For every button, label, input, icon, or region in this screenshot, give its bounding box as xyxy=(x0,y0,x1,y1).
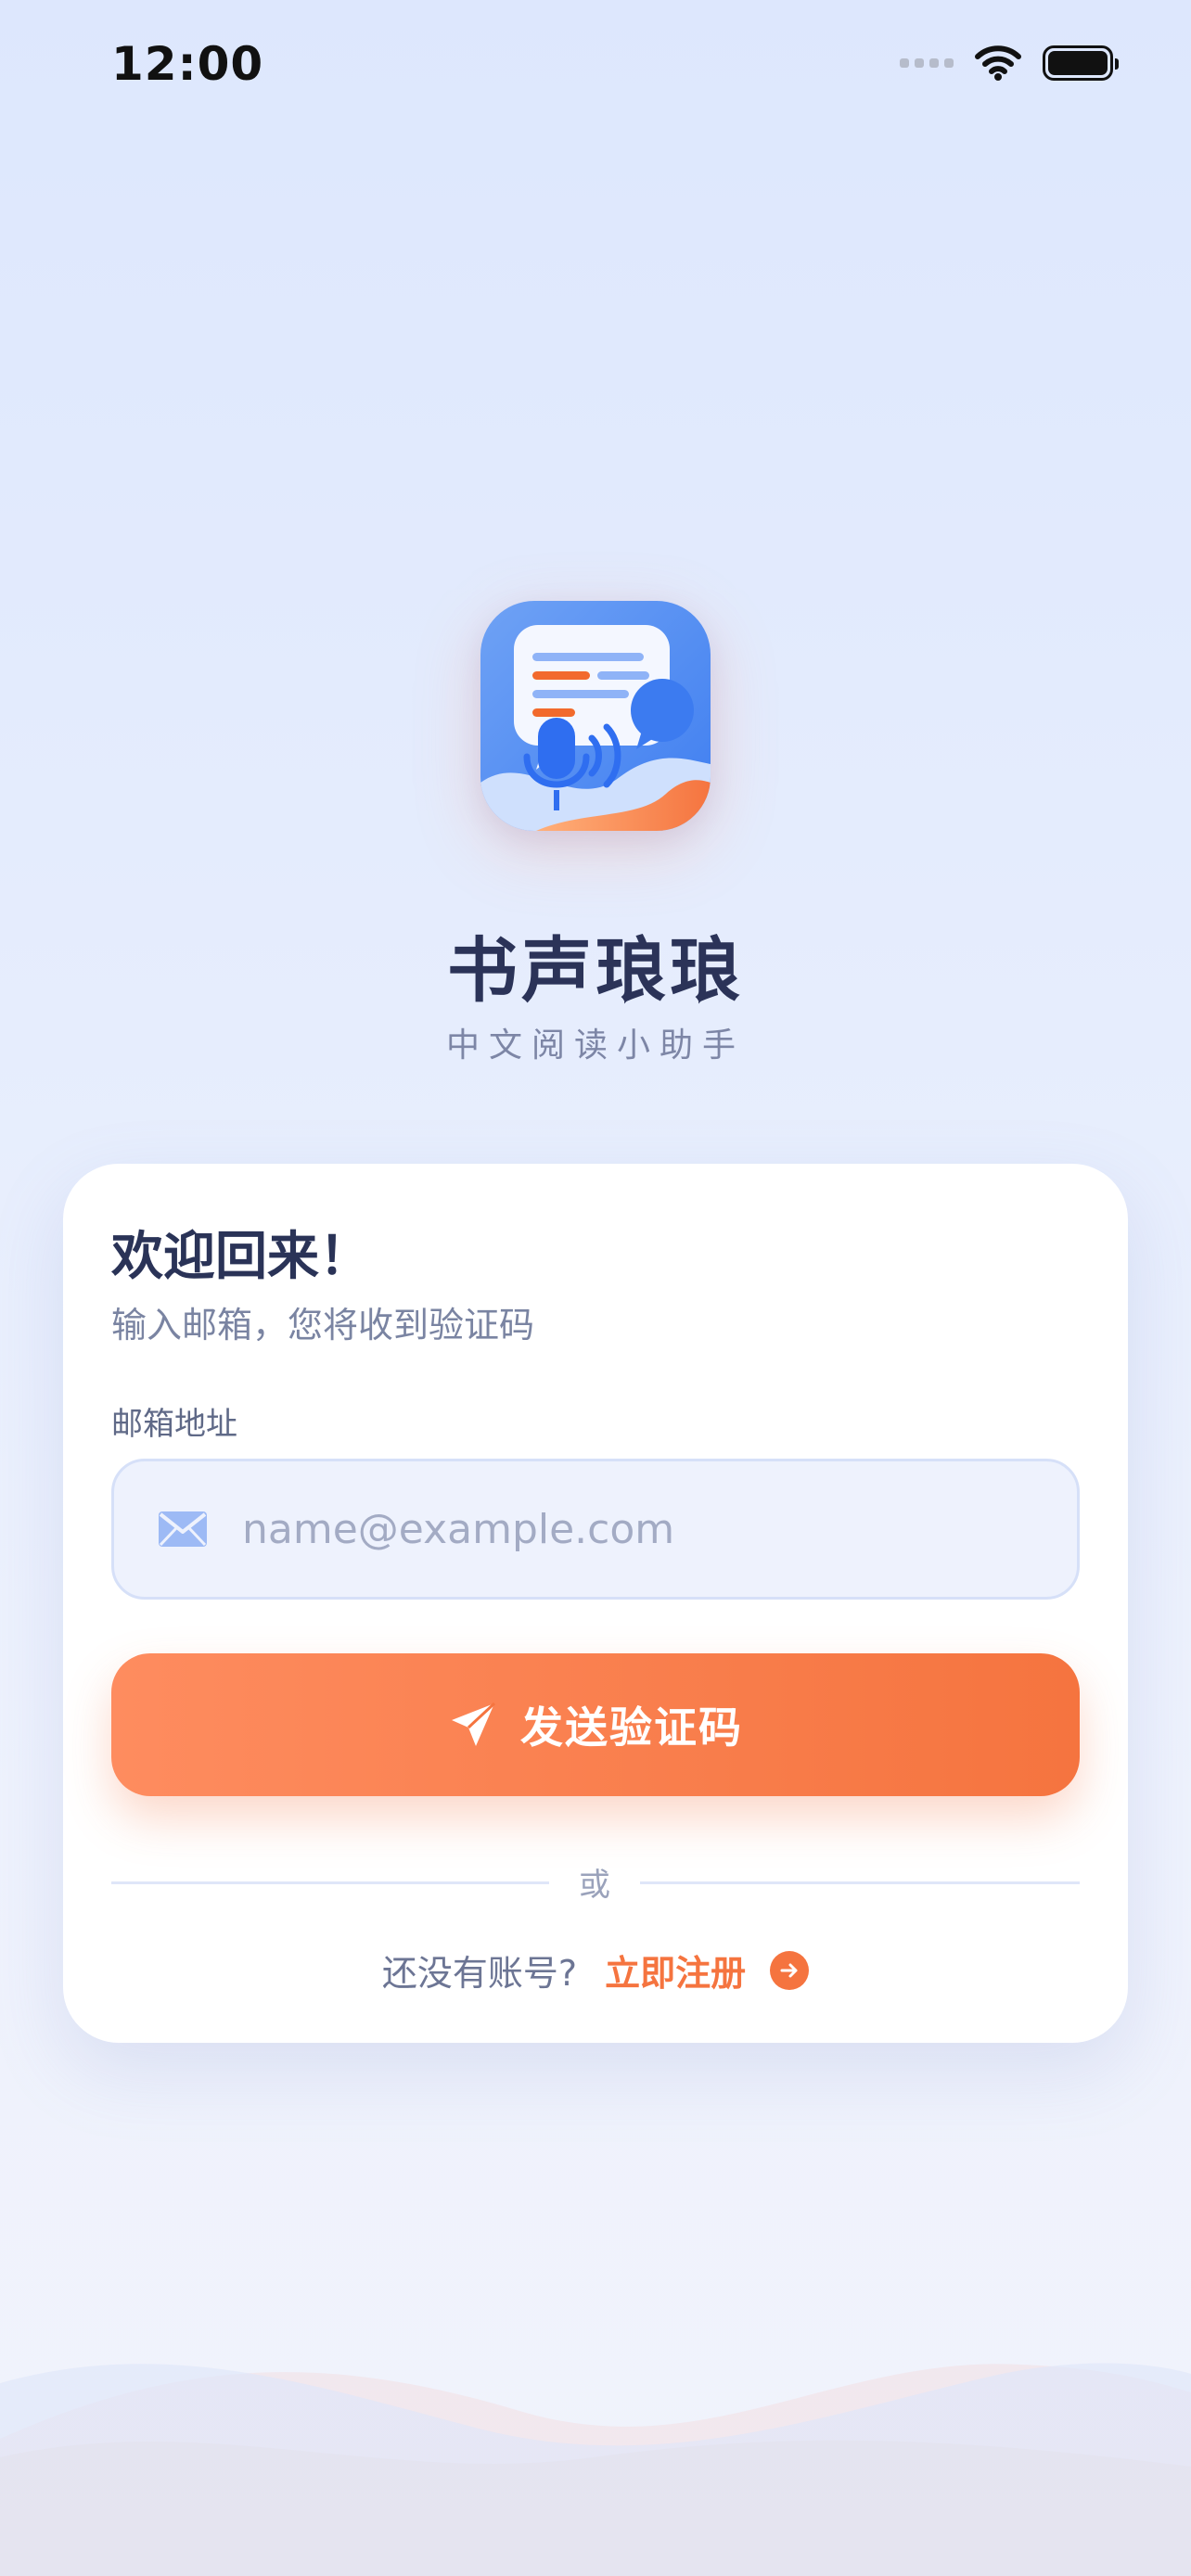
welcome-heading: 欢迎回来！ xyxy=(111,1227,371,1287)
status-time: 12:00 xyxy=(111,37,264,91)
email-input[interactable] xyxy=(240,1504,1042,1554)
status-icons xyxy=(900,45,1119,82)
send-code-button[interactable]: 发送验证码 xyxy=(111,1653,1080,1796)
arrow-right-icon xyxy=(770,1950,810,1990)
or-divider: 或 xyxy=(111,1859,1080,1906)
register-link-label: 立即注册 xyxy=(605,1953,747,1994)
cellular-signal-icon xyxy=(900,58,954,68)
paper-plane-icon xyxy=(452,1702,496,1746)
email-field-container[interactable] xyxy=(111,1459,1080,1600)
app-tagline: 中文阅读小助手 xyxy=(445,1027,745,1065)
status-bar: 12:00 xyxy=(0,0,1191,139)
email-field-label: 邮箱地址 xyxy=(111,1406,237,1443)
divider-line-right xyxy=(640,1881,1080,1884)
divider-line-left xyxy=(111,1881,549,1884)
battery-icon xyxy=(1043,45,1119,81)
app-title: 书声琅琅 xyxy=(447,929,744,1012)
send-code-button-label: 发送验证码 xyxy=(520,1702,743,1753)
wifi-icon xyxy=(975,45,1021,81)
mail-icon xyxy=(159,1511,207,1547)
login-card: 欢迎回来！ 输入邮箱，您将收到验证码 邮箱地址 发送验证码 或 还没有账号? 立… xyxy=(63,1164,1128,2043)
welcome-subtitle: 输入邮箱，您将收到验证码 xyxy=(111,1305,535,1345)
register-link[interactable]: 立即注册 xyxy=(605,1945,810,1996)
background-waves xyxy=(0,2363,1191,2576)
divider-text: 或 xyxy=(579,1867,610,1904)
no-account-text: 还没有账号? xyxy=(381,1953,578,1994)
register-row: 还没有账号? 立即注册 xyxy=(63,1945,1128,1996)
app-logo-icon xyxy=(480,601,711,831)
